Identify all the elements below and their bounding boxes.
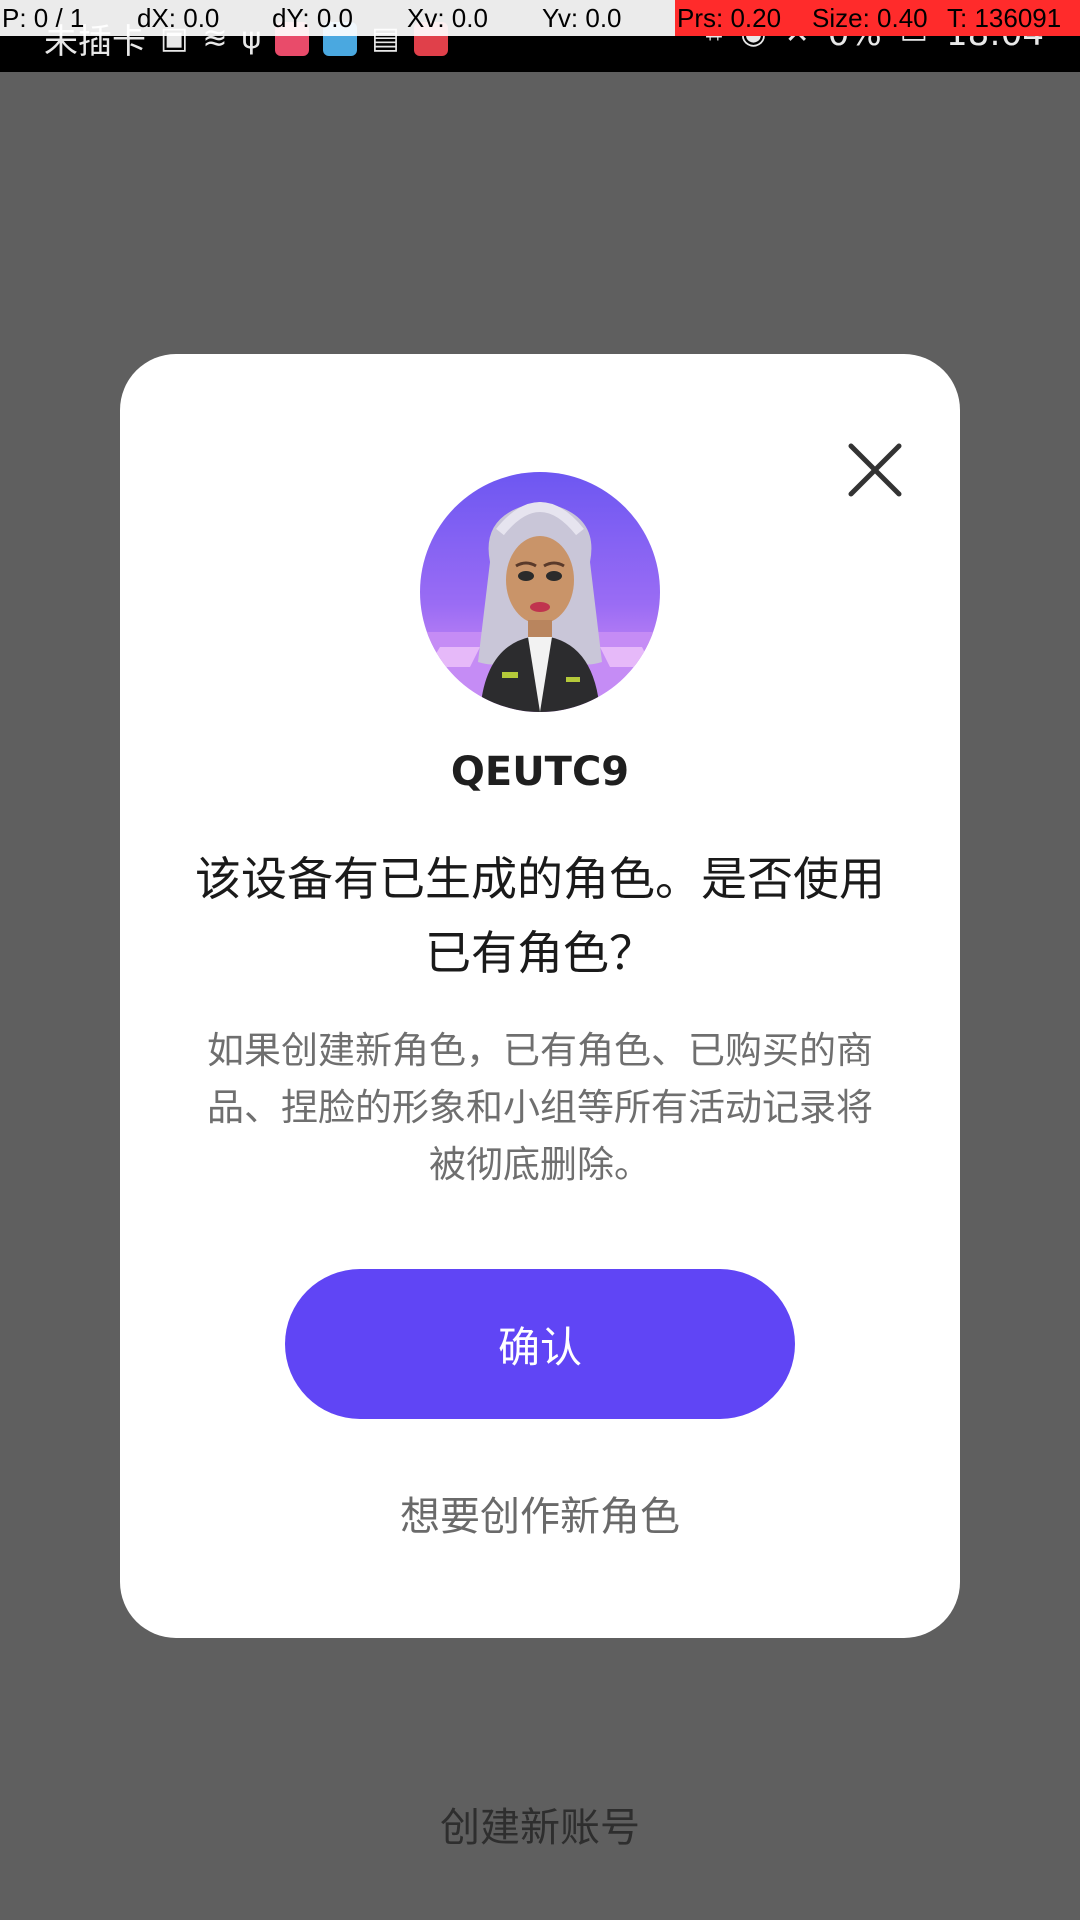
app-screen: 未插卡 ▣ ≋ ψ ▤ ⌗ ◉ ✕ 0% ▭ 18:04 P: 0 / 1 dX… <box>0 0 1080 1920</box>
dialog-title: 该设备有已生成的角色。是否使用已有角色？ <box>195 852 885 980</box>
debug-pressure: Prs: 0.20 <box>675 0 810 36</box>
dialog-description: 如果创建新角色，已有角色、已购买的商品、捏脸的形象和小组等所有活动记录将被彻底删… <box>207 1029 873 1186</box>
avatar <box>420 472 660 712</box>
close-button[interactable] <box>825 420 925 520</box>
debug-dy: dY: 0.0 <box>270 0 405 36</box>
debug-dx: dX: 0.0 <box>135 0 270 36</box>
avatar-image <box>420 472 660 712</box>
debug-xv: Xv: 0.0 <box>405 0 540 36</box>
pointer-debug-overlay: P: 0 / 1 dX: 0.0 dY: 0.0 Xv: 0.0 Yv: 0.0… <box>0 0 1080 36</box>
debug-time: T: 136091 <box>945 0 1080 36</box>
status-bar: 未插卡 ▣ ≋ ψ ▤ ⌗ ◉ ✕ 0% ▭ 18:04 P: 0 / 1 dX… <box>0 0 1080 72</box>
existing-role-dialog: QEUTC9 该设备有已生成的角色。是否使用已有角色？ 如果创建新角色，已有角色… <box>120 354 960 1638</box>
confirm-button[interactable]: 确认 <box>285 1269 795 1419</box>
username-label: QEUTC9 <box>450 749 630 795</box>
debug-pointer-count: P: 0 / 1 <box>0 0 135 36</box>
close-icon <box>848 443 902 497</box>
create-new-role-link[interactable]: 想要创作新角色 <box>120 1484 960 1542</box>
debug-size: Size: 0.40 <box>810 0 945 36</box>
create-new-account-link[interactable]: 创建新账号 <box>0 1795 1080 1853</box>
debug-yv: Yv: 0.0 <box>540 0 675 36</box>
